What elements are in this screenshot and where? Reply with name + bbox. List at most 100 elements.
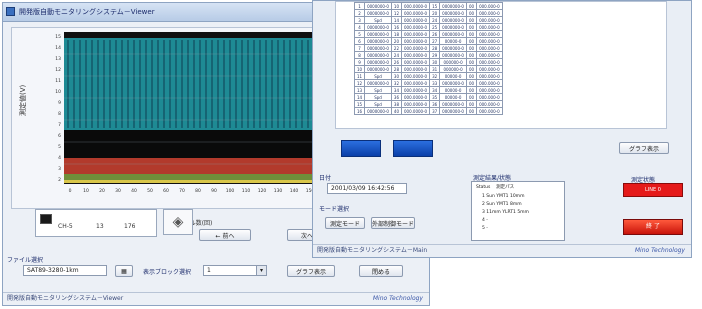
table-cell: 000.0000-0 bbox=[400, 58, 431, 66]
table-row: 1 0000000-0 10 000.0000-0 15 0000000-0 00 000.0… bbox=[353, 2, 503, 10]
table-cell: 00 bbox=[465, 100, 478, 108]
file-field[interactable]: SAT89-3280-1km bbox=[23, 265, 107, 276]
table-row: 2 0000000-0 12 000.0000-0 20 0000000-0 00 000.0… bbox=[353, 9, 503, 17]
y-tick: 11 bbox=[55, 78, 61, 84]
table-cell: 0000000-0 bbox=[439, 79, 467, 87]
table-cell: 32 bbox=[429, 72, 441, 80]
stop-button[interactable]: 終 了 bbox=[623, 219, 683, 235]
table-cell: 10 bbox=[390, 2, 403, 10]
close-button[interactable]: 閉める bbox=[359, 265, 403, 277]
table-cell: 000.0000-0 bbox=[400, 86, 431, 94]
table-cell: 36 bbox=[429, 100, 441, 108]
table-cell: 14 bbox=[353, 93, 366, 101]
table-cell: 0000000-0 bbox=[364, 51, 392, 59]
table-cell: 000.000-0 bbox=[476, 100, 503, 108]
external-mode-button[interactable]: 外部制御モード bbox=[371, 217, 415, 229]
table-cell: 7 bbox=[353, 44, 366, 52]
display-block-select[interactable]: 1 ▾ bbox=[203, 265, 267, 276]
blue-action-button-2[interactable] bbox=[393, 140, 433, 157]
table-cell: 000.0000-0 bbox=[400, 107, 431, 115]
table-cell: 00 bbox=[465, 107, 478, 115]
table-cell: 00000-0 bbox=[439, 93, 467, 101]
table-row: 13 Spd 34 000.0000-0 34 00000-0 00 000.000-0 bbox=[353, 86, 503, 94]
table-cell: 33 bbox=[429, 79, 441, 87]
table-cell: 000.000-0 bbox=[476, 107, 503, 115]
table-cell: 000.0000-0 bbox=[400, 44, 431, 52]
info-row: 2 Sun YMT1 8mm bbox=[482, 202, 522, 207]
table-cell: 000.000-0 bbox=[476, 9, 503, 17]
info-box: Status 測定パス 1 Sun YMT1 10mm 2 Sun YMT1 8m… bbox=[471, 181, 565, 241]
table-cell: 0000000-0 bbox=[364, 107, 392, 115]
table-cell: 0000000-0 bbox=[364, 2, 392, 10]
table-cell: 0000000-0 bbox=[364, 9, 392, 17]
table-cell: 30 bbox=[429, 58, 441, 66]
company-logo: Mino Technology bbox=[372, 295, 423, 302]
table-cell: 000.000-0 bbox=[476, 37, 503, 45]
table-cell: 000.000-0 bbox=[476, 93, 503, 101]
x-tick: 110 bbox=[242, 188, 251, 194]
info-row: 5 - bbox=[482, 226, 488, 231]
table-cell: 000.000-0 bbox=[476, 2, 503, 10]
table-cell: 8 bbox=[353, 51, 366, 59]
table-cell: 16 bbox=[353, 107, 366, 115]
y-tick: 15 bbox=[55, 34, 61, 40]
date-field: 2001/03/09 16:42:56 bbox=[327, 183, 407, 194]
table-cell: 0000000-0 bbox=[364, 65, 392, 73]
table-cell: 00 bbox=[465, 86, 478, 94]
legend-panel: CH-5 13 176 bbox=[35, 209, 157, 237]
table-cell: Spd bbox=[364, 100, 392, 108]
table-cell: 18 bbox=[390, 30, 403, 38]
info-header-col1: Status bbox=[476, 185, 491, 190]
x-tick: 0 bbox=[69, 188, 72, 194]
y-tick: 8 bbox=[58, 111, 61, 117]
app-icon bbox=[6, 7, 15, 16]
table-cell: 9 bbox=[353, 58, 366, 66]
main-graph-button[interactable]: グラフ表示 bbox=[619, 142, 669, 154]
open-folder-button[interactable]: ▦ bbox=[115, 265, 133, 277]
table-cell: 000.0000-0 bbox=[400, 93, 431, 101]
table-cell: 00 bbox=[465, 16, 478, 24]
pan-control-button[interactable]: ◈ bbox=[163, 209, 193, 235]
table-cell: 000.000-0 bbox=[476, 30, 503, 38]
table-cell: 4 bbox=[353, 23, 366, 31]
info-row: 1 Sun YMT1 10mm bbox=[482, 194, 525, 199]
blue-action-button-1[interactable] bbox=[341, 140, 381, 157]
table-cell: Spd bbox=[364, 72, 392, 80]
table-row: 11 Spd 30 000.0000-0 32 00000-0 00 000.000-0 bbox=[353, 72, 503, 80]
table-cell: 000.000-0 bbox=[476, 51, 503, 59]
measure-mode-button[interactable]: 測定モード bbox=[325, 217, 365, 229]
table-cell: 26 bbox=[390, 58, 403, 66]
table-cell: 00000-0 bbox=[439, 86, 467, 94]
table-cell: 0000000-0 bbox=[439, 51, 467, 59]
status-indicator: LINE 0 bbox=[623, 183, 683, 197]
y-tick: 5 bbox=[58, 144, 61, 150]
x-tick: 130 bbox=[274, 188, 283, 194]
y-tick: 2 bbox=[58, 177, 61, 183]
table-cell: 40 bbox=[390, 107, 403, 115]
y-tick: 3 bbox=[58, 166, 61, 172]
series-band-yellow bbox=[64, 180, 312, 183]
display-block-label: 表示ブロック選択 bbox=[143, 269, 192, 276]
main-footer: 開発版自動モニタリングシステム－Main Mino Technology bbox=[313, 244, 691, 257]
viewer-footer-text: 開発版自動モニタリングシステム－Viewer bbox=[7, 295, 124, 302]
main-window: 1 0000000-0 10 000.0000-0 15 0000000-0 00 000.0… bbox=[312, 0, 692, 258]
table-cell: 0000000-0 bbox=[364, 79, 392, 87]
x-tick: 90 bbox=[211, 188, 217, 194]
table-row: 7 0000000-0 22 000.0000-0 28 0000000-0 00 000.0… bbox=[353, 44, 503, 52]
table-row: 14 Spd 36 000.0000-0 35 00000-0 00 000.000-0 bbox=[353, 93, 503, 101]
table-cell: 000.000-0 bbox=[476, 65, 503, 73]
table-cell: 6 bbox=[353, 37, 366, 45]
table-cell: 000.000-0 bbox=[476, 79, 503, 87]
table-row: 5 0000000-0 18 000.0000-0 26 0000000-0 00 000.0… bbox=[353, 30, 503, 38]
y-tick: 4 bbox=[58, 155, 61, 161]
graph-display-button[interactable]: グラフ表示 bbox=[287, 265, 335, 277]
table-cell: 29 bbox=[429, 51, 441, 59]
table-cell: 0000000-0 bbox=[439, 16, 467, 24]
table-cell: 2 bbox=[353, 9, 366, 17]
table-cell: 000.0000-0 bbox=[400, 65, 431, 73]
viewer-title: 開発版自動モニタリングシステム－Viewer bbox=[19, 8, 155, 16]
prev-button[interactable]: ← 前へ bbox=[199, 229, 251, 241]
table-cell: 000.0000-0 bbox=[400, 51, 431, 59]
legend-value-1: 13 bbox=[96, 223, 104, 230]
table-cell: 0000000-0 bbox=[364, 37, 392, 45]
